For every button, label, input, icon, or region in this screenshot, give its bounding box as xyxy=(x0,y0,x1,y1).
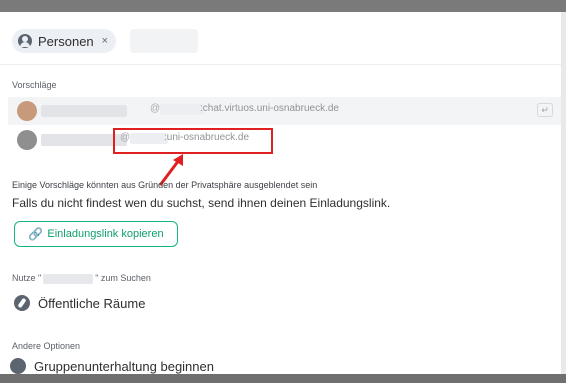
filter-bar: Personen × xyxy=(0,12,561,65)
other-options-title: Andere Optionen xyxy=(12,341,81,351)
help-text: Falls du nicht findest wen du suchst, se… xyxy=(12,196,391,210)
bottom-bar xyxy=(0,374,566,383)
compass-icon xyxy=(14,295,30,311)
public-rooms-label: Öffentliche Räume xyxy=(38,295,146,311)
group-icon xyxy=(10,358,26,374)
redacted-search-term xyxy=(43,273,94,284)
person-icon xyxy=(18,34,32,48)
search-input[interactable] xyxy=(130,29,198,53)
suggestion-row[interactable]: @ :uni-osnabrueck.de xyxy=(8,126,561,154)
start-group-chat-item[interactable]: Gruppenunterhaltung beginnen xyxy=(10,358,214,374)
redacted-username xyxy=(160,104,204,115)
enter-icon: ↵ xyxy=(537,103,553,117)
right-edge xyxy=(561,12,566,374)
chip-label: Personen xyxy=(38,33,94,49)
filter-chip-personen[interactable]: Personen × xyxy=(12,29,117,53)
search-hint-prefix: Nutze " xyxy=(12,273,42,283)
invite-button-label: Einladungslink kopieren xyxy=(47,228,164,240)
suggestion-row[interactable]: @ :chat.virtuos.uni-osnabrueck.de ↵ xyxy=(8,97,561,125)
close-icon[interactable]: × xyxy=(102,35,108,47)
redacted-name xyxy=(41,105,127,117)
suggestions-title: Vorschläge xyxy=(12,80,57,90)
top-bar xyxy=(0,0,566,12)
search-hint-suffix: " zum Suchen xyxy=(95,273,151,283)
at-sign: @ xyxy=(150,103,161,114)
avatar xyxy=(17,130,37,150)
copy-invite-link-button[interactable]: 🔗 Einladungslink kopieren xyxy=(14,221,178,247)
search-hint: Nutze " " zum Suchen xyxy=(12,273,151,284)
user-domain: :chat.virtuos.uni-osnabrueck.de xyxy=(200,103,339,114)
public-rooms-item[interactable]: Öffentliche Räume xyxy=(14,295,145,311)
link-icon: 🔗 xyxy=(28,227,44,241)
privacy-note: Einige Vorschläge könnten aus Gründen de… xyxy=(12,180,318,190)
avatar xyxy=(17,101,37,121)
group-chat-label: Gruppenunterhaltung beginnen xyxy=(34,358,214,374)
